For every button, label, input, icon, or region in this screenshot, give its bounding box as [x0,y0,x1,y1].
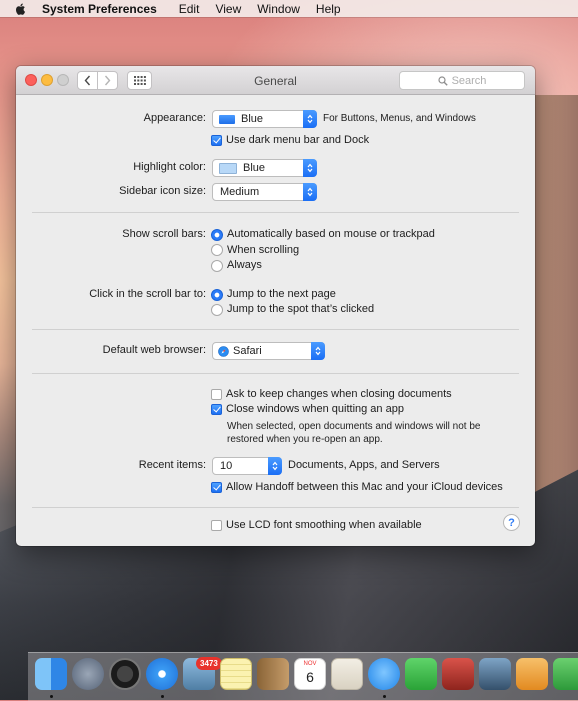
highlight-value: Blue [243,162,266,174]
jump-next-page-label: Jump to the next page [227,288,336,300]
messages-icon[interactable] [368,658,400,690]
browser-value: Safari [233,345,262,357]
ask-keep-changes-label: Ask to keep changes when closing documen… [226,388,452,400]
search-icon [437,75,448,86]
apple-menu-icon[interactable] [14,2,28,16]
jump-spot-radio[interactable] [211,304,223,316]
search-field[interactable]: Search [399,71,525,90]
appearance-value: Blue [241,113,264,125]
menu-edit[interactable]: Edit [179,2,200,16]
highlight-popup[interactable]: Blue [212,159,317,177]
notes-icon[interactable] [220,658,252,690]
browser-label: Default web browser: [102,344,206,356]
section-divider [32,507,519,508]
preview-icon[interactable] [331,658,363,690]
appearance-note: For Buttons, Menus, and Windows [323,113,476,124]
recent-items-suffix: Documents, Apps, and Servers [288,459,440,471]
scroll-always-radio[interactable] [211,260,223,272]
general-preferences-window: General Search Appearance: Blue For Butt… [16,66,535,546]
close-windows-note-line-2: restored when you re-open an app. [227,434,383,445]
finder-icon[interactable] [35,658,67,690]
photo-booth-icon[interactable] [442,658,474,690]
iphoto-icon[interactable] [479,658,511,690]
contacts-icon[interactable] [257,658,289,690]
recent-items-value: 10 [220,460,233,472]
recent-items-label: Recent items: [138,459,206,471]
calendar-day: 6 [306,669,314,685]
menu-window[interactable]: Window [257,2,300,16]
title-bar: General Search [16,66,535,95]
section-divider [32,373,519,374]
lcd-smoothing-label: Use LCD font smoothing when available [226,519,422,531]
pages-icon[interactable] [516,658,548,690]
numbers-icon[interactable] [553,658,578,690]
popup-arrows-icon [303,159,317,177]
close-windows-label: Close windows when quitting an app [226,403,404,415]
close-windows-checkbox[interactable] [211,404,222,415]
popup-arrows-icon [268,457,282,475]
menu-help[interactable]: Help [316,2,341,16]
popup-arrows-icon [303,183,317,201]
scroll-when-scrolling-label: When scrolling [227,244,300,256]
finder-running-dot [50,695,53,698]
menu-bar: System Preferences Edit View Window Help [0,0,578,17]
jump-next-page-radio[interactable] [211,289,223,301]
scroll-auto-radio[interactable] [211,229,223,241]
appearance-label: Appearance: [143,112,206,124]
close-windows-note-line-1: When selected, open documents and window… [227,421,481,432]
popup-arrows-icon [311,342,325,360]
dark-menu-checkbox[interactable] [211,135,222,146]
ask-keep-changes-checkbox[interactable] [211,389,222,400]
menu-app-name[interactable]: System Preferences [42,2,157,16]
section-divider [32,212,519,213]
calendar-month: NOV [303,661,317,667]
menu-view[interactable]: View [215,2,241,16]
scroll-bars-label: Show scroll bars: [122,228,206,240]
search-placeholder: Search [451,74,487,87]
sidebar-size-popup[interactable]: Medium [212,183,317,201]
sidebar-size-label: Sidebar icon size: [119,185,206,197]
dashboard-icon[interactable] [109,658,141,690]
scroll-auto-label: Automatically based on mouse or trackpad [227,228,435,240]
click-scroll-label: Click in the scroll bar to: [89,288,206,300]
safari-running-dot [161,695,164,698]
highlight-label: Highlight color: [133,161,206,173]
scroll-always-label: Always [227,259,262,271]
preferences-content: Appearance: Blue For Buttons, Menus, and… [16,95,535,546]
lcd-smoothing-checkbox[interactable] [211,520,222,531]
close-windows-note: When selected, open documents and window… [227,420,487,446]
safari-icon [218,345,229,357]
safari-dock-icon[interactable] [146,658,178,690]
handoff-label: Allow Handoff between this Mac and your … [226,481,503,493]
messages-running-dot [383,695,386,698]
handoff-checkbox[interactable] [211,482,222,493]
browser-popup[interactable]: Safari [212,342,325,360]
blue-swatch-icon [219,114,235,124]
jump-spot-label: Jump to the spot that’s clicked [227,303,375,315]
scroll-when-scrolling-radio[interactable] [211,244,223,256]
popup-arrows-icon [303,110,317,128]
light-blue-swatch-icon [219,162,237,174]
appearance-popup[interactable]: Blue [212,110,317,128]
recent-items-popup[interactable]: 10 [212,457,282,475]
help-button[interactable]: ? [503,514,520,531]
sidebar-size-value: Medium [220,186,260,198]
facetime-icon[interactable] [405,658,437,690]
photos-badge: 3473 [196,657,222,670]
dark-menu-label: Use dark menu bar and Dock [226,134,370,146]
calendar-icon[interactable]: NOV 6 [294,658,326,690]
section-divider [32,329,519,330]
launchpad-icon[interactable] [72,658,104,690]
